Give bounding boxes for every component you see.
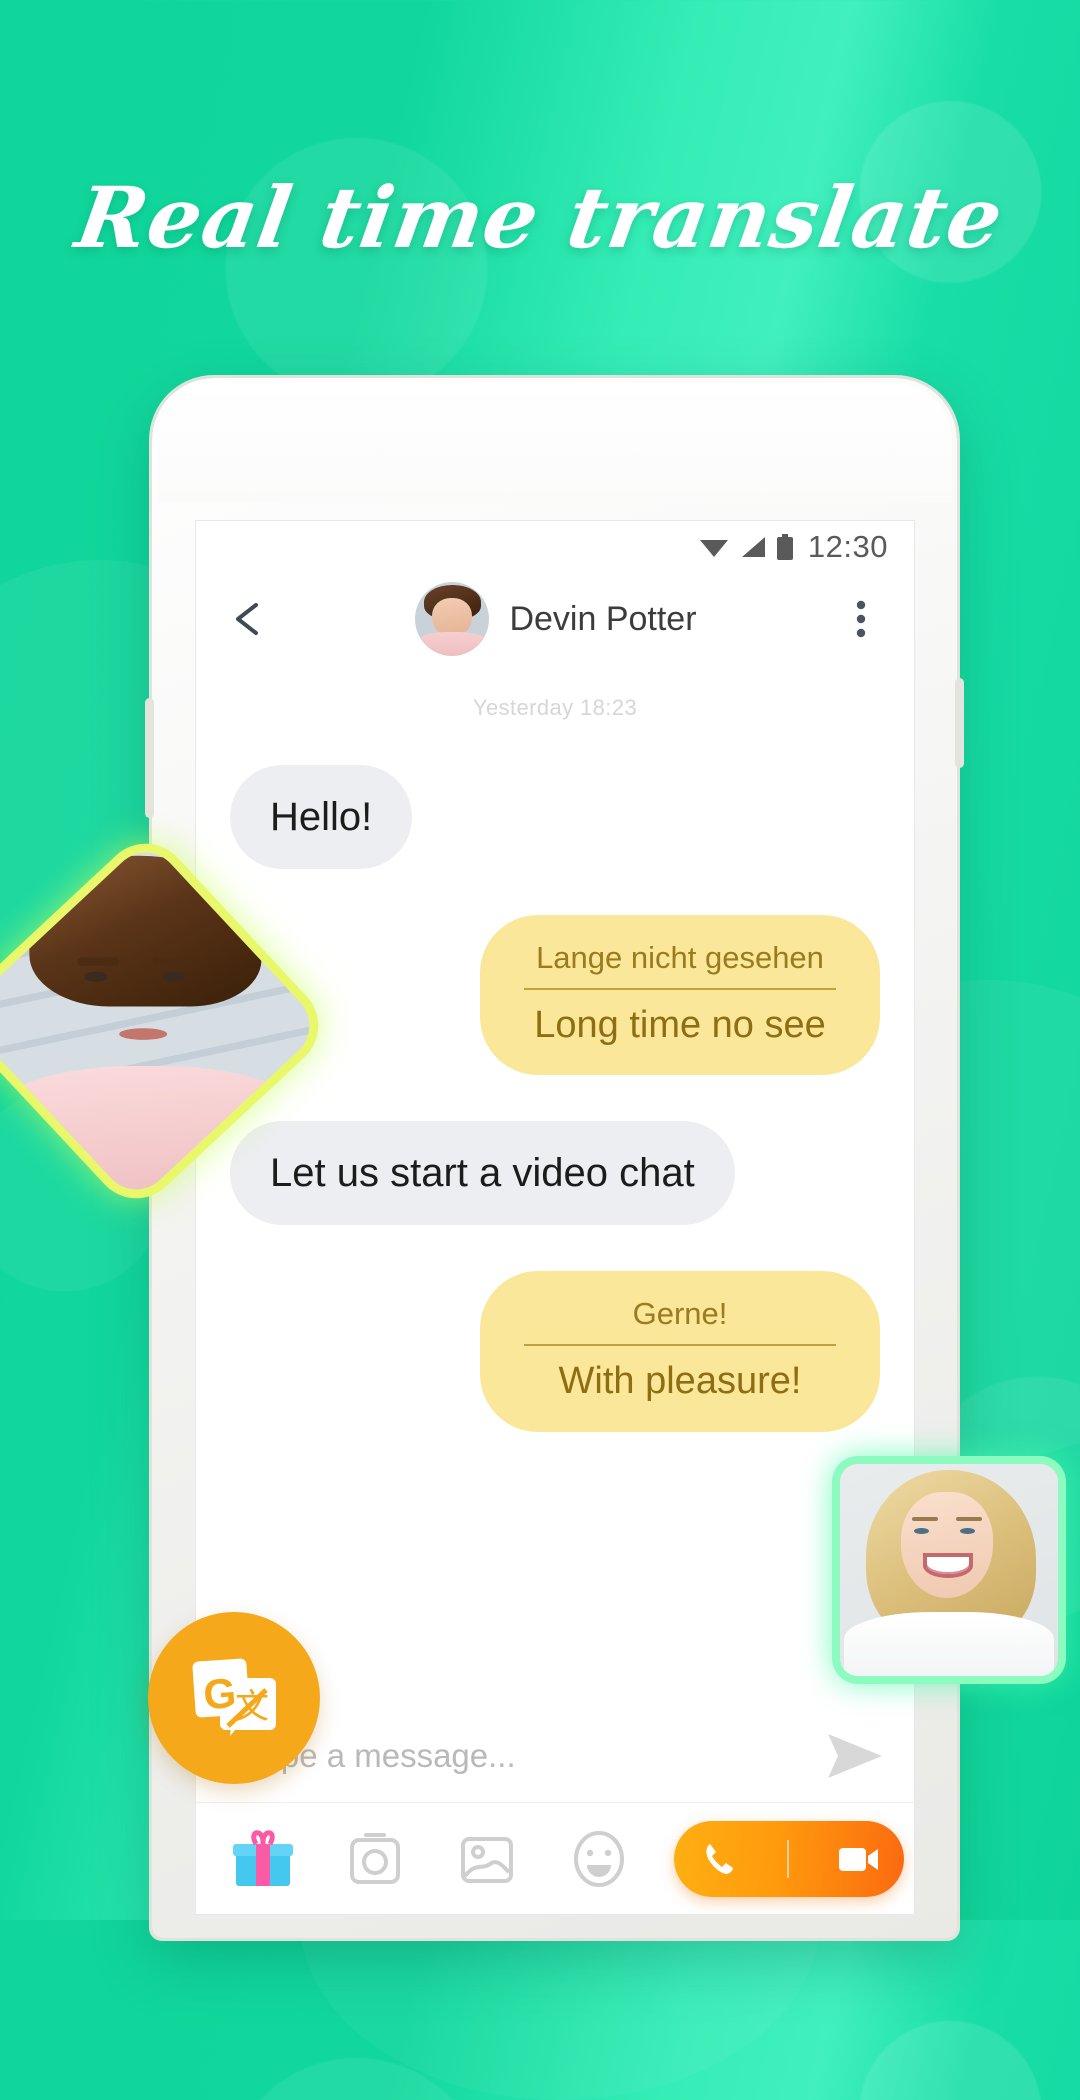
overflow-menu-icon[interactable] <box>838 596 884 642</box>
bubble-source-text: Lange nicht gesehen <box>524 939 836 990</box>
power-button <box>955 678 964 768</box>
chat-toolbar <box>196 1802 914 1914</box>
message-row: Lange nicht gesehen Long time no see <box>230 915 880 1076</box>
avatar[interactable] <box>415 582 490 656</box>
emoji-icon[interactable] <box>562 1822 636 1896</box>
translate-fab-button[interactable]: G 文 <box>148 1612 320 1784</box>
status-clock: 12:30 <box>807 529 888 564</box>
female-portrait <box>840 1464 1058 1676</box>
incoming-bubble[interactable]: Hello! <box>230 765 413 869</box>
gift-icon[interactable] <box>226 1822 300 1896</box>
status-bar: 12:30 <box>196 521 914 573</box>
message-list: Yesterday 18:23 Hello! Lange nicht geseh… <box>196 665 914 1432</box>
google-translate-icon: G 文 <box>192 1658 276 1736</box>
bubble-translation-text: With pleasure! <box>558 1360 802 1402</box>
contact-name: Devin Potter <box>509 599 697 638</box>
outgoing-translated-bubble[interactable]: Gerne! With pleasure! <box>480 1271 880 1432</box>
day-timestamp: Yesterday 18:23 <box>472 695 638 720</box>
svg-text:G: G <box>202 1669 238 1718</box>
send-icon[interactable] <box>824 1730 886 1782</box>
phone-icon[interactable] <box>697 1837 741 1881</box>
call-actions-pill <box>674 1820 904 1897</box>
video-camera-icon[interactable] <box>835 1839 881 1879</box>
signal-icon <box>741 537 765 557</box>
message-row: Gerne! With pleasure! <box>230 1271 880 1432</box>
peer-video-thumb-female[interactable] <box>840 1464 1058 1676</box>
message-input[interactable]: Type a message... <box>224 1737 824 1775</box>
pill-divider <box>787 1839 789 1878</box>
promo-headline: Real time translate <box>69 168 1011 267</box>
message-row: Let us start a video chat <box>230 1121 880 1226</box>
outgoing-translated-bubble[interactable]: Lange nicht gesehen Long time no see <box>480 915 880 1076</box>
chat-app-bar: Devin Potter <box>196 573 914 665</box>
bubble-translation-text: Long time no see <box>534 1003 826 1046</box>
incoming-bubble[interactable]: Let us start a video chat <box>230 1121 735 1226</box>
wifi-icon <box>699 540 728 557</box>
bubble-source-text: Gerne! <box>524 1295 836 1346</box>
message-row: Hello! <box>230 765 880 869</box>
contact-header[interactable]: Devin Potter <box>274 582 838 656</box>
back-arrow-icon[interactable] <box>226 595 274 643</box>
volume-button <box>145 698 154 818</box>
image-icon[interactable] <box>450 1822 524 1896</box>
camera-icon[interactable] <box>338 1822 412 1896</box>
battery-icon <box>776 534 793 560</box>
